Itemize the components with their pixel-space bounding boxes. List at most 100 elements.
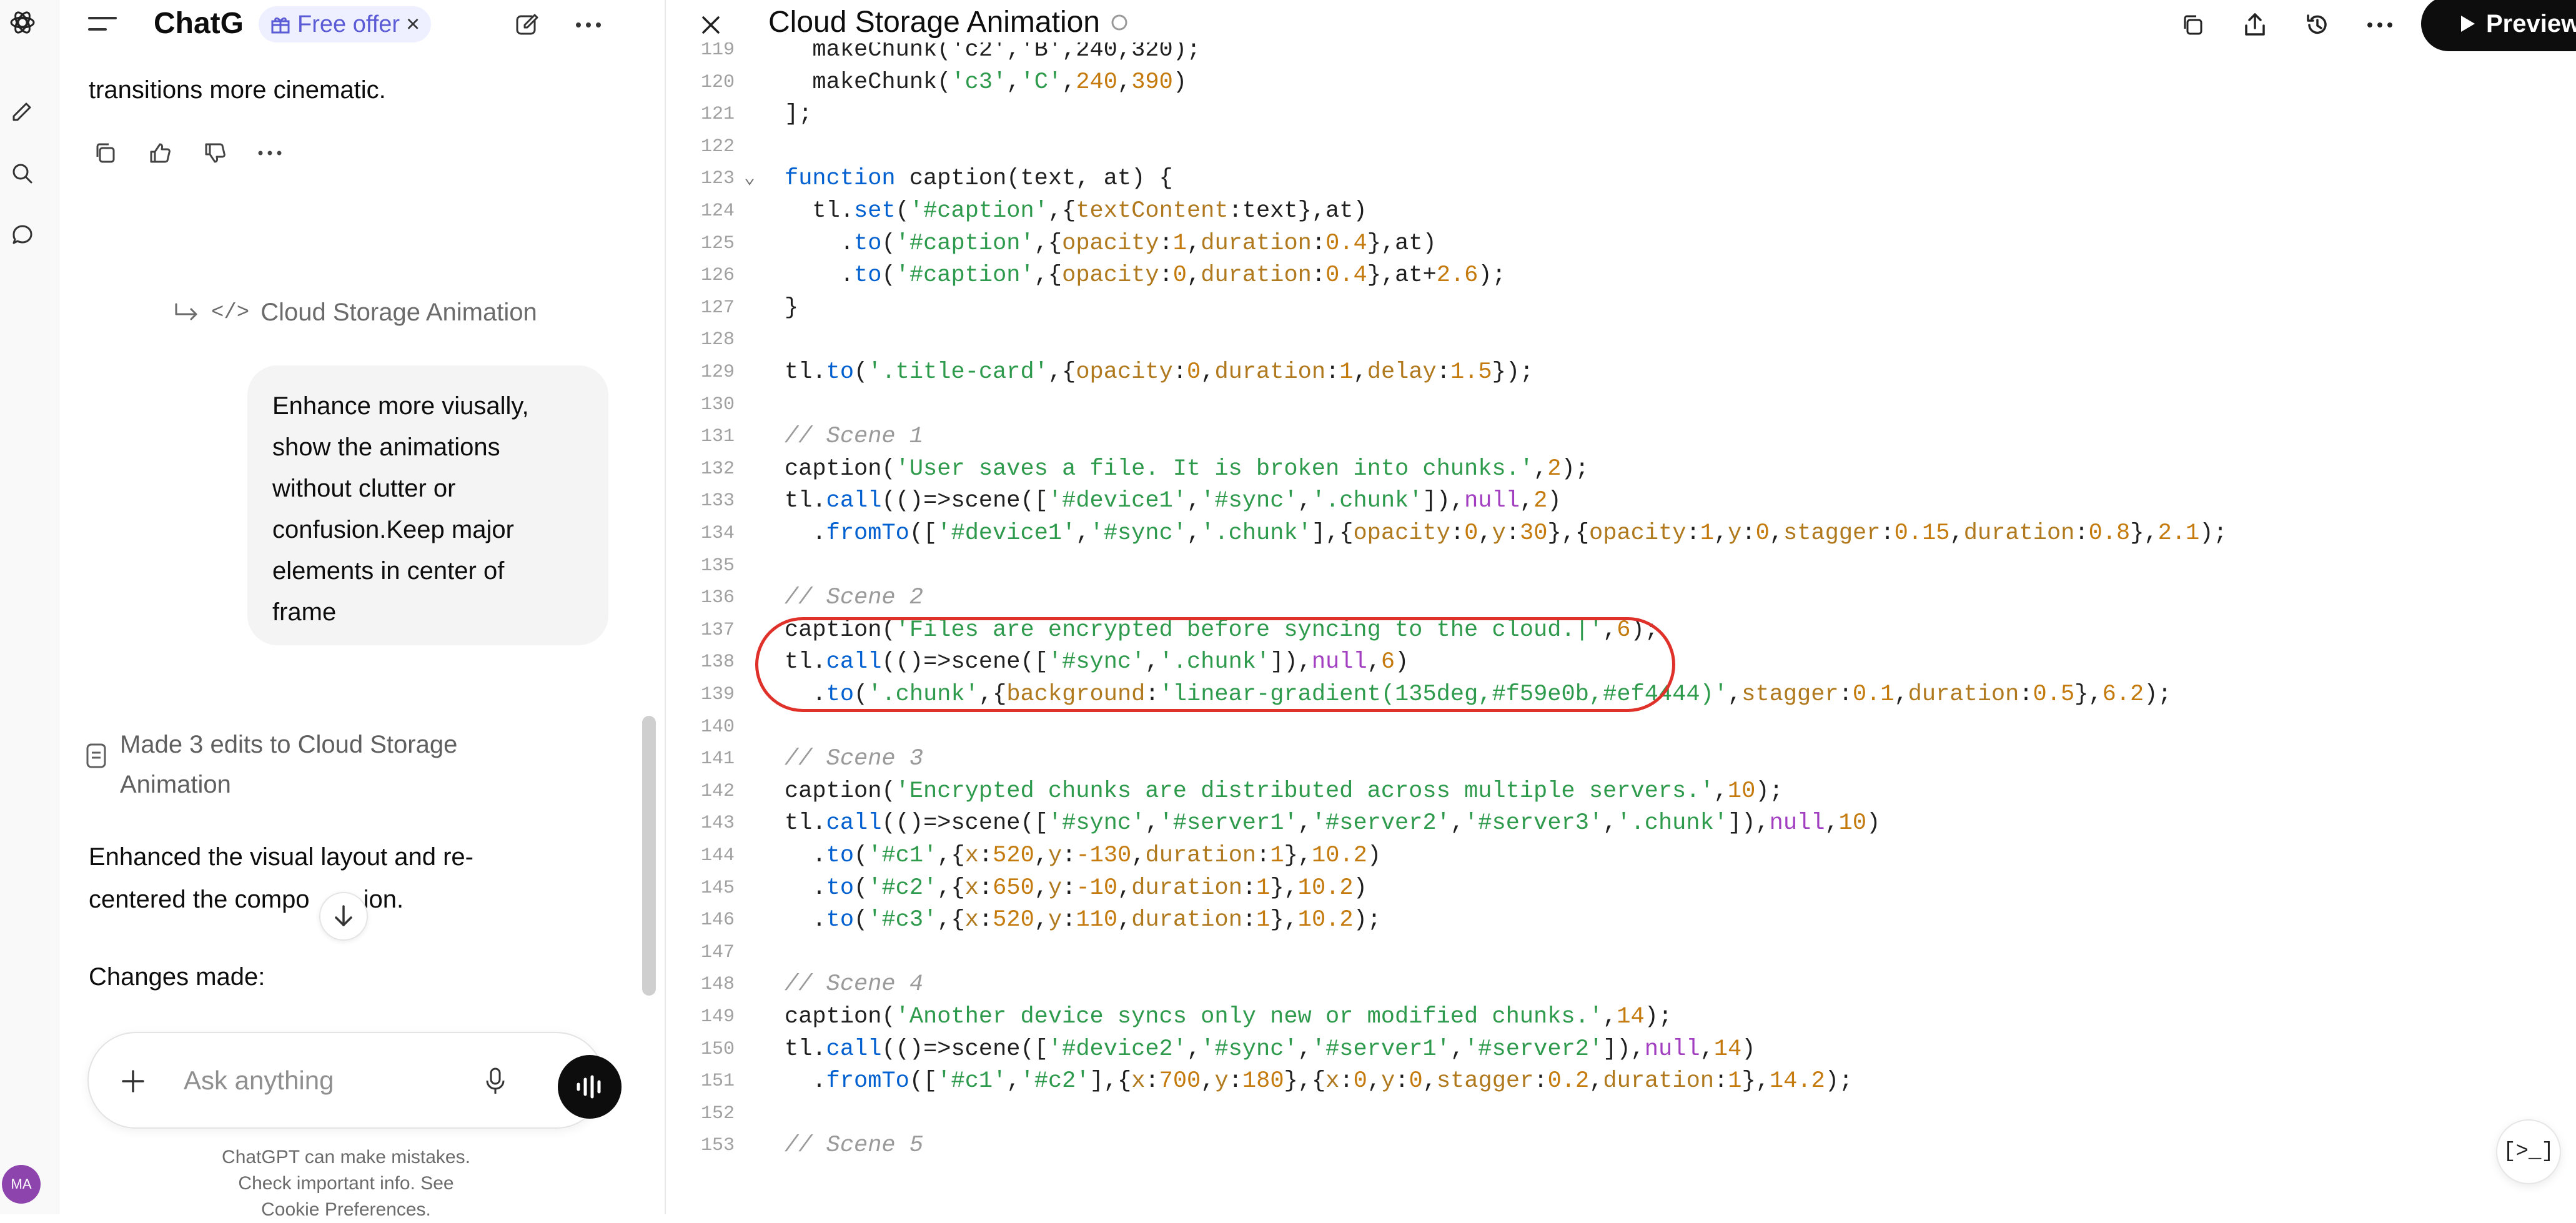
code-line[interactable]: 142 caption('Encrypted chunks are distrib… bbox=[666, 775, 2576, 808]
edits-summary[interactable]: Made 3 edits to Cloud Storage Animation bbox=[85, 725, 507, 805]
code-token: , bbox=[1769, 520, 1784, 547]
code-line[interactable]: 132 caption('User saves a file. It is bro… bbox=[666, 452, 2576, 486]
code-line[interactable]: 126 .to('#caption',{opacity:0,duration:0… bbox=[666, 259, 2576, 292]
code-token: 240 bbox=[1076, 69, 1117, 96]
add-attachment-icon[interactable] bbox=[114, 1062, 152, 1101]
code-token: }, bbox=[1741, 1068, 1770, 1095]
code-text: tl.call(()=>scene(['#device1','#sync','.… bbox=[785, 484, 1562, 518]
code-line[interactable]: 135 bbox=[666, 549, 2576, 583]
code-line[interactable]: 119 makeChunk('c2','B',240,320); bbox=[666, 42, 2576, 67]
line-number: 151 bbox=[700, 1071, 735, 1092]
code-token: 2 bbox=[1533, 488, 1548, 515]
code-token: 110 bbox=[1076, 907, 1118, 934]
line-number: 121 bbox=[700, 104, 735, 126]
code-line[interactable]: 128 bbox=[666, 323, 2576, 357]
code-line[interactable]: 136 // Scene 2 bbox=[666, 581, 2576, 615]
code-line[interactable]: 127} bbox=[666, 291, 2576, 325]
code-line[interactable]: 150 tl.call(()=>scene(['#device2','#sync'… bbox=[666, 1032, 2576, 1066]
code-line[interactable]: 147 bbox=[666, 936, 2576, 969]
more-actions-icon[interactable] bbox=[251, 134, 289, 172]
code-token: ( bbox=[854, 907, 868, 934]
terminal-button[interactable]: [>_] bbox=[2496, 1119, 2561, 1184]
code-token: caption( bbox=[785, 1004, 896, 1030]
sidebar-toggle-icon[interactable] bbox=[84, 6, 121, 44]
share-icon[interactable] bbox=[2235, 5, 2275, 45]
code-line[interactable]: 143 tl.call(()=>scene(['#sync','#server1'… bbox=[666, 806, 2576, 840]
code-line[interactable]: 148 // Scene 4 bbox=[666, 968, 2576, 1001]
code-token: '#server2' bbox=[1311, 810, 1450, 837]
openai-logo-icon[interactable] bbox=[5, 5, 40, 40]
code-token: 520 bbox=[993, 907, 1034, 934]
code-token: stagger bbox=[1741, 681, 1839, 708]
code-token: , bbox=[1367, 1068, 1382, 1095]
search-icon[interactable] bbox=[5, 156, 40, 191]
new-chat-icon[interactable] bbox=[5, 95, 40, 130]
user-message-line: show the animations bbox=[272, 433, 500, 461]
code-line[interactable]: 133 tl.call(()=>scene(['#device1','#sync'… bbox=[666, 484, 2576, 518]
avatar[interactable]: MA bbox=[2, 1165, 41, 1204]
code-line[interactable]: 152 bbox=[666, 1097, 2576, 1131]
scroll-down-button[interactable] bbox=[319, 892, 368, 941]
offer-close-icon[interactable]: × bbox=[406, 11, 420, 38]
more-options-icon[interactable] bbox=[570, 6, 607, 44]
code-token: '#device1' bbox=[937, 520, 1076, 547]
line-number: 138 bbox=[700, 651, 735, 673]
code-line[interactable]: 120 makeChunk('c3','C',240,390) bbox=[666, 66, 2576, 99]
canvas-more-icon[interactable] bbox=[2360, 5, 2400, 45]
cookie-preferences-link[interactable]: Cookie Preferences. bbox=[85, 1197, 607, 1223]
code-line[interactable]: 129 tl.to('.title-card',{opacity:0,durati… bbox=[666, 355, 2576, 389]
code-token: opacity bbox=[1062, 262, 1159, 289]
code-token: , bbox=[1186, 1036, 1201, 1062]
code-line[interactable]: 140 bbox=[666, 710, 2576, 744]
code-token: '.chunk' bbox=[1617, 810, 1728, 837]
thumbs-up-icon[interactable] bbox=[141, 134, 179, 172]
code-token: 0.5 bbox=[2033, 681, 2075, 708]
code-line[interactable]: 151 .fromTo(['#c1','#c2'],{x:700,y:180},… bbox=[666, 1064, 2576, 1098]
close-canvas-icon[interactable] bbox=[691, 5, 731, 45]
microphone-icon[interactable] bbox=[476, 1062, 515, 1101]
line-number: 143 bbox=[700, 813, 735, 834]
free-offer-badge[interactable]: Free offer × bbox=[259, 6, 432, 42]
disclaimer-line: ChatGPT can make mistakes. bbox=[222, 1147, 470, 1167]
chat-bubble-icon[interactable] bbox=[5, 217, 40, 252]
code-line[interactable]: 121]; bbox=[666, 97, 2576, 131]
history-icon[interactable] bbox=[2297, 5, 2337, 45]
code-line[interactable]: 149 caption('Another device syncs only ne… bbox=[666, 1000, 2576, 1034]
code-icon: </> bbox=[211, 300, 250, 325]
copy-code-icon[interactable] bbox=[2172, 5, 2212, 45]
code-line[interactable]: 123 ⌄ function caption(text, at) { bbox=[666, 162, 2576, 196]
code-token: '.title-card' bbox=[868, 359, 1048, 385]
code-token: x bbox=[964, 843, 979, 869]
code-line[interactable]: 134 .fromTo(['#device1','#sync','.chunk'… bbox=[666, 517, 2576, 550]
code-line[interactable]: 124 tl.set('#caption',{textContent:text}… bbox=[666, 194, 2576, 228]
code-token: ],{ bbox=[1311, 520, 1354, 547]
code-line[interactable]: 153 // Scene 5 bbox=[666, 1129, 2576, 1162]
user-message-bubble: Enhance more viusally, show the animatio… bbox=[247, 365, 608, 645]
thumbs-down-icon[interactable] bbox=[196, 134, 234, 172]
fold-chevron-icon[interactable]: ⌄ bbox=[744, 162, 755, 196]
code-token: : bbox=[978, 843, 993, 869]
voice-mode-button[interactable] bbox=[558, 1055, 622, 1119]
code-line[interactable]: 144 .to('#c1',{x:520,y:-130,duration:1},… bbox=[666, 839, 2576, 873]
code-line[interactable]: 145 .to('#c2',{x:650,y:-10,duration:1},1… bbox=[666, 871, 2576, 905]
copy-icon[interactable] bbox=[86, 134, 124, 172]
code-token: duration bbox=[1963, 520, 2075, 547]
code-line[interactable]: 131 // Scene 1 bbox=[666, 420, 2576, 453]
canvas-reference[interactable]: </> Cloud Storage Animation bbox=[172, 299, 537, 327]
line-number: 137 bbox=[700, 619, 735, 641]
code-line[interactable]: 141 // Scene 3 bbox=[666, 742, 2576, 776]
code-line[interactable]: 146 .to('#c3',{x:520,y:110,duration:1},1… bbox=[666, 903, 2576, 937]
code-line[interactable]: 130 bbox=[666, 388, 2576, 422]
line-number: 142 bbox=[700, 780, 735, 802]
chat-scrollbar[interactable] bbox=[642, 716, 656, 996]
edit-chat-icon[interactable] bbox=[508, 6, 546, 44]
code-token: function bbox=[785, 166, 896, 192]
line-number: 131 bbox=[700, 426, 735, 448]
code-token: tl. bbox=[785, 1036, 826, 1062]
brand-title[interactable]: ChatG bbox=[154, 6, 244, 41]
message-input[interactable] bbox=[182, 1062, 445, 1099]
code-line[interactable]: 122 bbox=[666, 130, 2576, 164]
code-token: , bbox=[1825, 810, 1839, 837]
code-line[interactable]: 125 .to('#caption',{opacity:1,duration:0… bbox=[666, 227, 2576, 260]
code-text: // Scene 2 bbox=[785, 581, 923, 615]
